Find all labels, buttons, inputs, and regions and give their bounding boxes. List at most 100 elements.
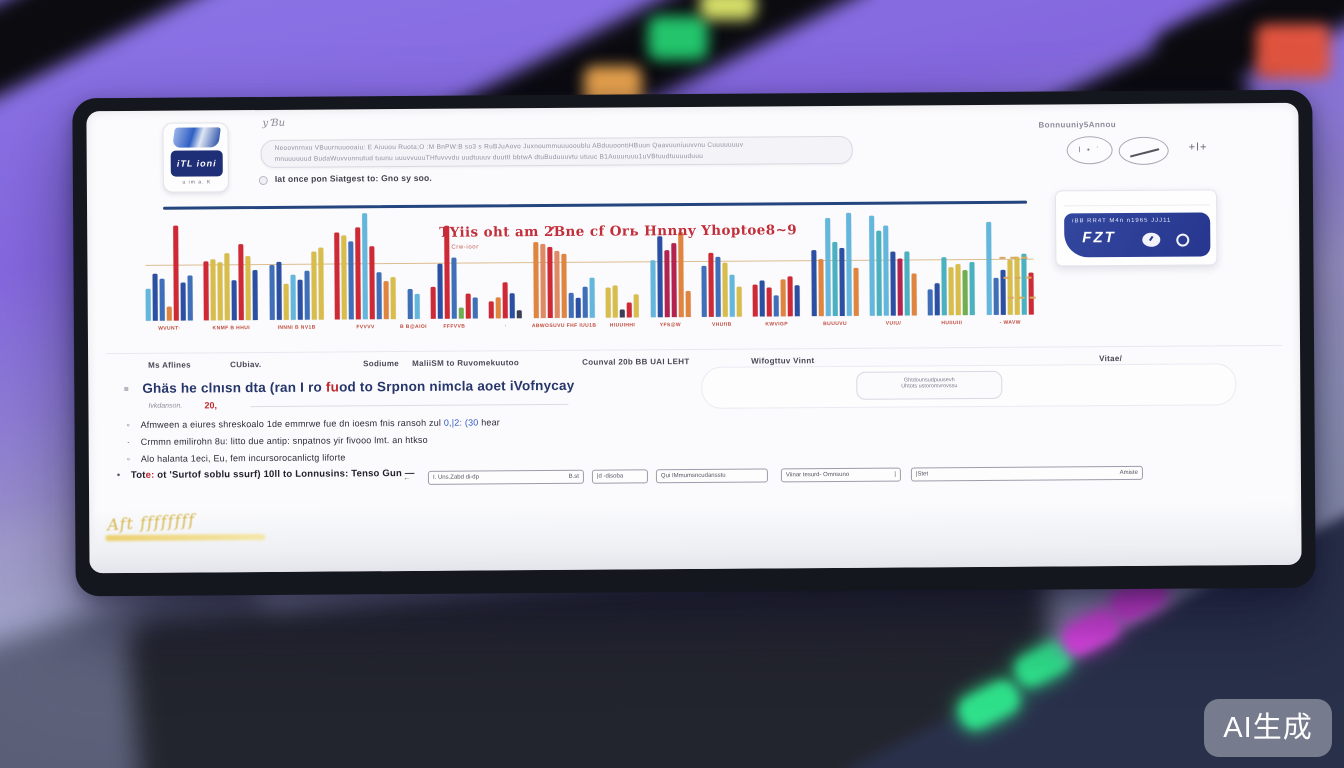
bar	[1021, 253, 1026, 315]
x-axis-label: BUUUVU	[823, 321, 847, 327]
column-header: Sodiume	[363, 359, 399, 368]
info-pill[interactable]: Ghtdounsudpuusevh Uhtots ustoromvrovssu	[856, 371, 1002, 400]
text-segment: od to Srpnon nimcla aoet iVofnycay	[339, 378, 574, 395]
bar	[582, 287, 587, 318]
form-box[interactable]: Viinar tesurd- Omnsuno|	[781, 468, 901, 483]
bar	[431, 287, 436, 319]
summary-line: •Tote: ot 'Surtof soblu ssurf) 10ll to L…	[117, 468, 415, 481]
bar	[708, 253, 713, 317]
text-segment: ot 'Surtof soblu ssurf) 10ll to Lonnusin…	[154, 468, 348, 480]
bar	[883, 226, 889, 316]
content-divider	[106, 345, 1282, 354]
bullet-icon: ◦	[127, 454, 141, 464]
text-segment: Crmmn emilirohn 8u: litto due antip: snp…	[141, 435, 428, 447]
bar	[391, 277, 396, 319]
form-box[interactable]: |d -disoba	[592, 469, 648, 483]
byline-label: Ivkdanson.	[148, 403, 182, 410]
bar-cluster: INNNI B NV1B	[269, 214, 324, 320]
bar	[781, 279, 786, 316]
bar	[496, 297, 501, 318]
header-fine-print: Neoovnrnxu VBuurnuuooaiu: E Aiuuou Ruota…	[275, 137, 1121, 167]
x-axis-label: HIUUIHHI	[610, 322, 635, 328]
byline-rule	[250, 404, 568, 407]
bar	[664, 250, 669, 317]
footer-signature-underline	[105, 534, 265, 541]
bar	[384, 281, 389, 319]
x-axis-label: FFFVVB	[443, 324, 465, 330]
bar	[533, 242, 539, 318]
bar	[620, 309, 625, 318]
arrow-icon: ←	[403, 473, 411, 482]
x-axis-label: HUIIUIII	[941, 320, 962, 326]
x-axis-label: B B@AIOI	[400, 324, 427, 330]
header-note: Iat once pon Siatgest to: Gno sy soo.	[275, 173, 432, 184]
keycap-blob	[700, 0, 756, 20]
axis-tick	[1004, 277, 1032, 279]
bar	[225, 253, 230, 320]
bar	[767, 288, 772, 317]
section-rule	[163, 201, 1027, 210]
bar	[407, 289, 412, 319]
bar	[253, 270, 258, 320]
clock-icon	[1142, 233, 1160, 247]
bar	[904, 252, 909, 316]
clock-hand-icon	[1149, 236, 1153, 241]
info-pill-line: Uhtots ustoromvrovssu	[857, 383, 1001, 390]
promo-card[interactable]: iBB RR4T M4n n1965 JJJ11 FZT	[1055, 189, 1218, 266]
bar	[568, 292, 573, 317]
browser-page: iTL ioni u im a. K y Ɓu Neoovnrnxu VBuur…	[86, 103, 1301, 573]
x-axis-label: VHUfIB	[712, 322, 732, 328]
form-box-label: Qui IMmumsncudansstu	[661, 470, 726, 482]
equalizer-icon[interactable]: +ǀ+	[1189, 141, 1208, 153]
bar	[825, 219, 831, 317]
form-box-label: I. Uns.Zabd di-dp	[433, 472, 479, 484]
bar-cluster: VUIU/	[869, 209, 917, 315]
site-logo[interactable]: iTL ioni u im a. K	[162, 122, 228, 192]
form-box[interactable]: Qui IMmumsncudansstu	[656, 468, 768, 483]
bullet-icon: ◦	[127, 420, 141, 430]
text-segment: Alo halanta 1eci, Eu, fem incursorocanli…	[141, 452, 346, 463]
bar	[627, 303, 632, 318]
banner-top-text: iBB RR4T M4n n1965 JJJ11	[1072, 217, 1204, 224]
bar	[650, 260, 655, 317]
form-box[interactable]: |StetAmiste	[911, 466, 1143, 482]
bar	[540, 244, 546, 318]
x-axis-label: - WAVW	[1000, 320, 1021, 326]
gauge-button[interactable]	[1119, 137, 1169, 165]
form-box[interactable]: I. Uns.Zabd di-dp B.st	[428, 470, 584, 485]
bar	[897, 258, 902, 315]
bar-cluster: - WAVW	[986, 209, 1034, 315]
bar	[737, 287, 742, 317]
bar	[753, 285, 758, 317]
bar-cluster: WVUNT·	[145, 215, 193, 321]
form-box-value: B.st	[569, 471, 579, 483]
banner-logo-text: FZT	[1082, 229, 1116, 246]
bar	[283, 284, 288, 320]
bar	[561, 254, 566, 318]
bar	[701, 266, 706, 317]
bar	[297, 279, 302, 319]
x-axis-label: WVUNT·	[158, 326, 180, 332]
bar	[290, 275, 295, 320]
bar	[167, 307, 172, 321]
text-segment: Ghäs he clnısn dta (ran I ro	[142, 380, 326, 396]
bar	[341, 236, 347, 320]
x-axis-label: KNMF B HHUI	[213, 325, 250, 331]
promo-banner: iBB RR4T M4n n1965 JJJ11 FZT	[1064, 212, 1210, 257]
column-header: MaliiSM to Ruvomekuutoo	[412, 358, 519, 368]
bar	[993, 278, 998, 315]
bar	[414, 293, 419, 318]
text-segment: fu	[326, 379, 339, 394]
bar	[355, 227, 361, 319]
column-header: Ms Aflines	[148, 361, 191, 370]
x-axis-label: INNNI B NV1B	[278, 325, 316, 331]
bar	[510, 293, 515, 318]
bar	[935, 283, 940, 315]
bar	[517, 310, 522, 319]
bar	[334, 233, 340, 320]
gauge-needle-icon	[1130, 148, 1160, 157]
chart-title: TYiis oht am 2Ɓne cf Orь Hnnny Yhoptoe8~…	[439, 222, 797, 240]
bar	[634, 294, 639, 317]
bar	[671, 243, 677, 317]
column-header: Counval 20b BB UAI LEHT	[582, 357, 689, 367]
